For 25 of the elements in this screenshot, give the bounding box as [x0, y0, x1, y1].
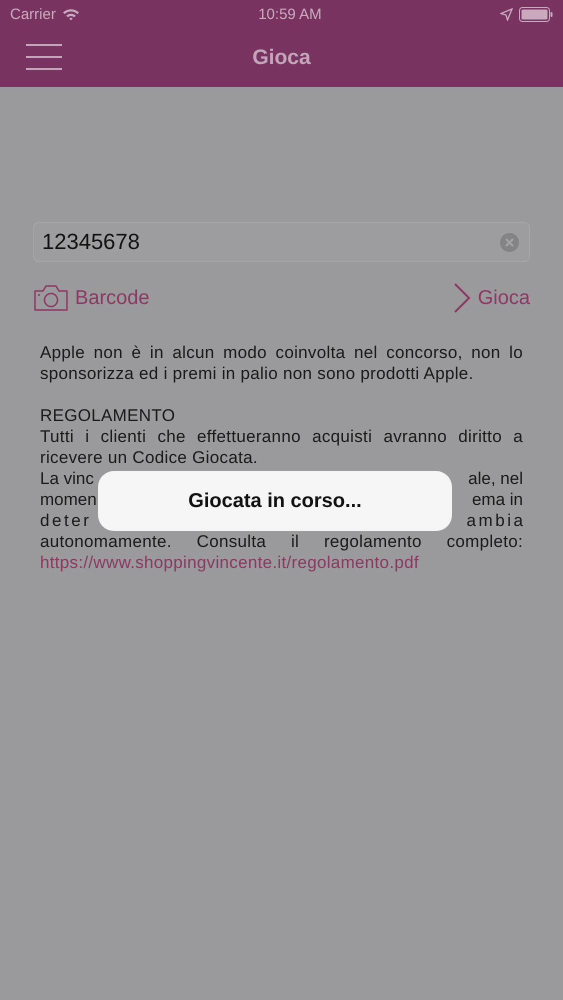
- rules-text-fragment: ale, nel: [468, 468, 523, 489]
- code-input[interactable]: 12345678: [42, 229, 500, 255]
- code-input-field[interactable]: 12345678: [33, 222, 530, 262]
- screen-title: Gioca: [252, 46, 311, 70]
- wifi-icon: [62, 8, 80, 20]
- location-arrow-icon: [500, 8, 513, 20]
- carrier-label: Carrier: [10, 6, 56, 22]
- rules-text-fragment: deter: [40, 510, 92, 531]
- rules-text-fragment: momen: [40, 489, 97, 510]
- disclaimer-text: Apple non è in alcun modo coinvolta nel concorso, non lo sponsorizza ed i premi in palio non sono prodotti Apple.: [40, 342, 523, 384]
- camera-icon: [33, 284, 69, 312]
- rules-text-fragment: La vinc: [40, 468, 94, 489]
- rules-paragraph: Tutti i clienti che effettueranno acquisti avranno diritto a ricevere un Codice Giocata.: [40, 426, 523, 468]
- rules-heading: REGOLAMENTO: [40, 405, 176, 426]
- rules-link[interactable]: https://www.shoppingvincente.it/regolamento.pdf: [40, 553, 419, 572]
- progress-message: Giocata in corso...: [188, 490, 362, 512]
- barcode-button[interactable]: Barcode: [33, 282, 150, 314]
- rules-text-fragment: ema in: [472, 489, 523, 510]
- rules-text-line: autonomamente. Consulta il regolamento completo:: [40, 531, 523, 552]
- play-button[interactable]: Gioca: [452, 282, 530, 314]
- clock-time: 10:59 AM: [258, 6, 322, 22]
- battery-icon: [518, 6, 553, 22]
- chevron-right-icon: [452, 282, 472, 314]
- rules-text-fragment: ambia: [466, 510, 526, 531]
- menu-button[interactable]: [26, 44, 62, 70]
